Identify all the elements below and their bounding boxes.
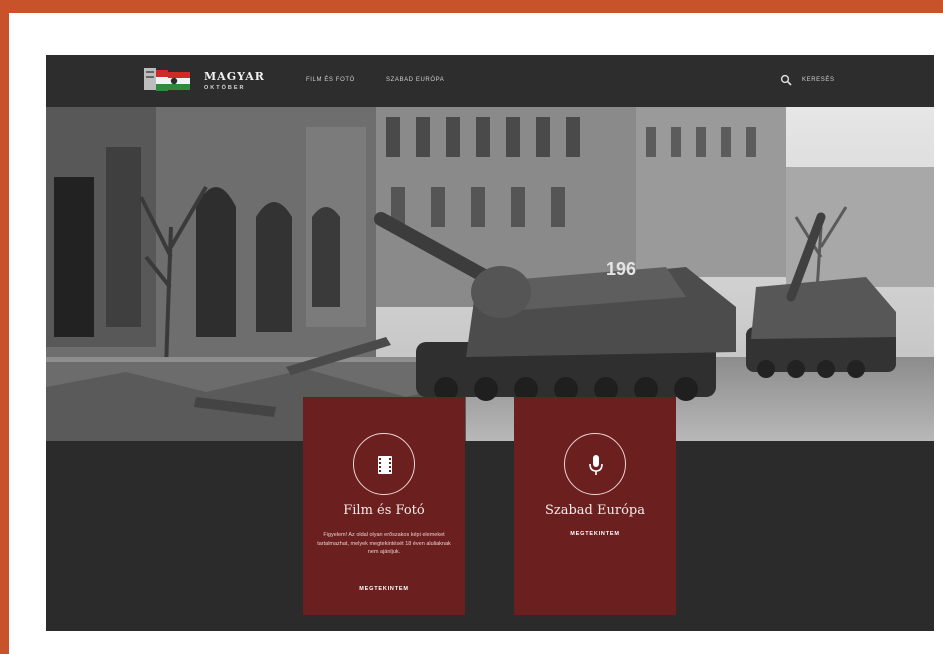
logo-title: MAGYAR	[204, 70, 265, 83]
microphone-icon	[589, 455, 603, 475]
card-title: Szabad Európa	[544, 503, 645, 518]
nav-film-es-foto[interactable]: FILM ÉS FOTÓ	[306, 77, 355, 83]
card-title: Film és Fotó	[343, 503, 425, 518]
view-link[interactable]: MEGTEKINTEM	[303, 586, 465, 592]
presentation-frame: MAGYAR OKTÓBER FILM ÉS FOTÓ SZABAD EURÓP…	[0, 0, 943, 654]
search-button[interactable]: KERESÉS	[780, 73, 860, 89]
card-icon-circle	[353, 433, 415, 495]
card-film-es-foto[interactable]: Film és Fotó Figyelem! Az oldal olyan er…	[303, 397, 465, 615]
nav-szabad-europa[interactable]: SZABAD EURÓPA	[386, 77, 444, 83]
view-link[interactable]: MEGTEKINTEM	[514, 531, 676, 537]
tank-number: 196	[606, 259, 636, 279]
card-description: Figyelem! Az oldal olyan erőszakos képi …	[317, 532, 451, 555]
card-szabad-europa[interactable]: Szabad Európa MEGTEKINTEM	[514, 397, 676, 615]
site-logo[interactable]: MAGYAR OKTÓBER	[142, 66, 272, 98]
hero-image: 196	[46, 107, 934, 441]
flag-logo-icon	[144, 68, 190, 91]
logo-subtitle: OKTÓBER	[204, 85, 246, 91]
card-icon-circle	[564, 433, 626, 495]
search-label: KERESÉS	[802, 77, 835, 83]
hero-photo: 196	[46, 107, 934, 441]
website-screenshot: MAGYAR OKTÓBER FILM ÉS FOTÓ SZABAD EURÓP…	[46, 55, 934, 631]
film-icon	[378, 456, 392, 474]
search-icon	[780, 74, 792, 86]
lower-section	[46, 441, 934, 631]
site-header: MAGYAR OKTÓBER FILM ÉS FOTÓ SZABAD EURÓP…	[46, 55, 934, 107]
